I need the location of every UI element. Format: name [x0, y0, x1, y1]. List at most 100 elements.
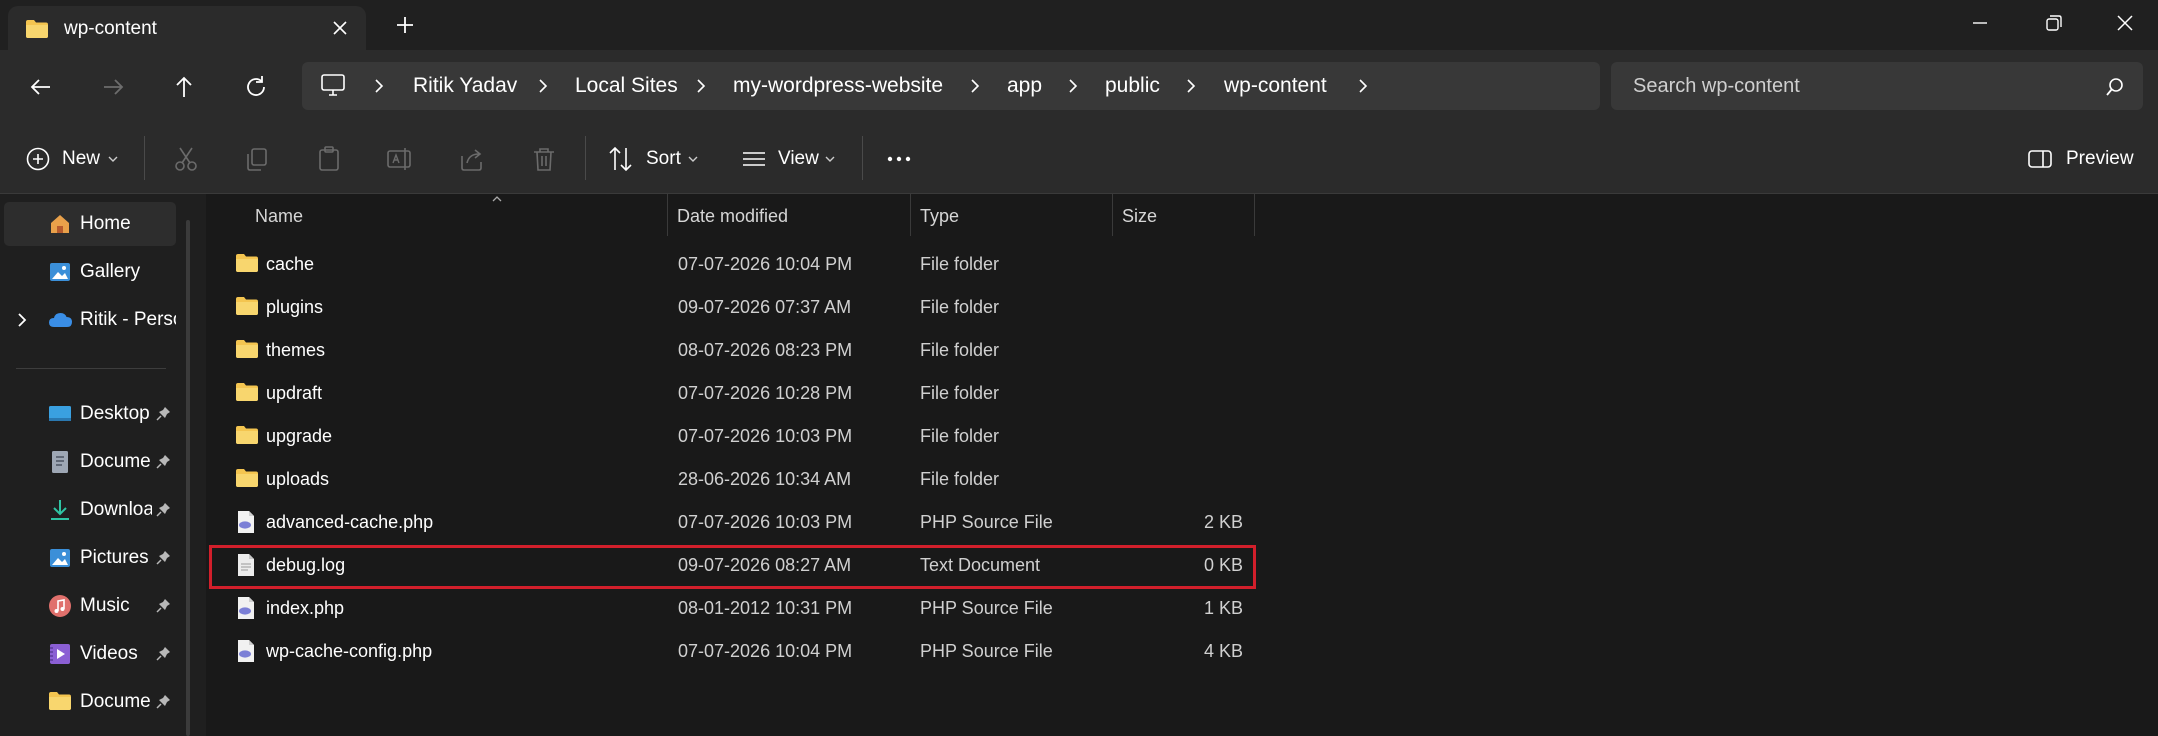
- toolbar-divider: [862, 136, 863, 180]
- sort-icon[interactable]: [606, 144, 636, 174]
- new-plus-icon[interactable]: [24, 144, 52, 174]
- delete-icon[interactable]: [529, 144, 559, 174]
- breadcrumb-item[interactable]: app: [1007, 74, 1042, 98]
- back-icon[interactable]: [26, 72, 56, 102]
- sidebar-item-videos[interactable]: Videos: [4, 632, 176, 676]
- folder-icon: [235, 338, 259, 365]
- view-button[interactable]: View: [778, 148, 819, 170]
- up-icon[interactable]: [169, 72, 199, 102]
- navigation-bar: Ritik Yadav Local Sites my-wordpress-web…: [0, 50, 2158, 122]
- php-file-icon: [235, 596, 257, 625]
- close-window-icon[interactable]: [2107, 8, 2143, 38]
- tab-wp-content[interactable]: wp-content: [8, 6, 366, 50]
- cut-icon[interactable]: [171, 144, 201, 174]
- breadcrumb[interactable]: Ritik Yadav Local Sites my-wordpress-web…: [302, 62, 1600, 110]
- file-row[interactable]: cache 07-07-2026 10:04 PM File folder: [206, 242, 2158, 285]
- command-bar: New Sort View Preview: [0, 122, 2158, 194]
- sidebar-item-pictures[interactable]: Pictures: [4, 536, 176, 580]
- toolbar-divider: [144, 136, 145, 180]
- sidebar-scrollbar[interactable]: [186, 220, 190, 736]
- sidebar-item-label: Music: [80, 595, 130, 616]
- chevron-down-icon[interactable]: [106, 144, 120, 174]
- folder-icon: [48, 690, 72, 714]
- navigation-pane: Home Gallery Ritik - Persor Desktop Docu…: [0, 194, 206, 736]
- sidebar-item-documents-folder[interactable]: Documer: [4, 680, 176, 724]
- folder-icon: [235, 424, 259, 451]
- breadcrumb-item[interactable]: Ritik Yadav: [413, 74, 517, 98]
- share-icon[interactable]: [457, 144, 487, 174]
- more-options-icon[interactable]: [884, 144, 914, 174]
- search-icon[interactable]: [2105, 77, 2125, 102]
- pin-icon: [156, 645, 172, 668]
- paste-icon[interactable]: [314, 144, 344, 174]
- sidebar-item-documents[interactable]: Documer: [4, 440, 176, 484]
- sidebar-item-music[interactable]: Music: [4, 584, 176, 628]
- preview-button[interactable]: Preview: [2066, 148, 2134, 170]
- chevron-right-icon[interactable]: [1066, 77, 1080, 95]
- chevron-right-icon[interactable]: [694, 77, 708, 95]
- file-row[interactable]: advanced-cache.php 07-07-2026 10:03 PM P…: [206, 500, 2158, 543]
- column-header-size[interactable]: Size: [1113, 194, 1255, 236]
- chevron-right-icon[interactable]: [1184, 77, 1198, 95]
- pictures-icon: [48, 546, 72, 570]
- file-row[interactable]: themes 08-07-2026 08:23 PM File folder: [206, 328, 2158, 371]
- preview-pane-icon[interactable]: [2026, 144, 2054, 174]
- breadcrumb-item[interactable]: Local Sites: [575, 74, 678, 98]
- column-header-name[interactable]: Name: [246, 194, 668, 236]
- chevron-down-icon[interactable]: [686, 144, 700, 174]
- chevron-right-icon[interactable]: [968, 77, 982, 95]
- file-row[interactable]: uploads 28-06-2026 10:34 AM File folder: [206, 457, 2158, 500]
- column-divider[interactable]: [1254, 194, 1255, 236]
- file-date: 09-07-2026 07:37 AM: [678, 297, 852, 317]
- search-input[interactable]: Search wp-content: [1611, 62, 2143, 110]
- file-type: PHP Source File: [920, 641, 1053, 661]
- file-row[interactable]: index.php 08-01-2012 10:31 PM PHP Source…: [206, 586, 2158, 629]
- chevron-right-icon[interactable]: [372, 77, 386, 95]
- breadcrumb-item[interactable]: my-wordpress-website: [733, 74, 943, 98]
- column-header-label: Name: [255, 206, 304, 226]
- sidebar-item-downloads[interactable]: Downloa: [4, 488, 176, 532]
- sidebar-item-onedrive[interactable]: Ritik - Persor: [4, 298, 176, 342]
- pin-icon: [156, 453, 172, 476]
- file-row[interactable]: wp-cache-config.php 07-07-2026 10:04 PM …: [206, 629, 2158, 672]
- folder-icon: [25, 19, 49, 44]
- chevron-right-icon[interactable]: [536, 77, 550, 95]
- sidebar-item-label: Documer: [80, 691, 152, 712]
- file-list: Name Date modified Type Size cache 07-07…: [206, 194, 2158, 736]
- forward-icon[interactable]: [98, 72, 128, 102]
- new-tab-icon[interactable]: [392, 12, 418, 38]
- breadcrumb-item-current[interactable]: wp-content: [1224, 74, 1327, 98]
- sidebar-item-label: Gallery: [80, 261, 141, 282]
- chevron-right-icon[interactable]: [16, 311, 28, 334]
- folder-icon: [235, 295, 259, 322]
- file-type: File folder: [920, 469, 1000, 489]
- sidebar-item-gallery[interactable]: Gallery: [4, 250, 176, 294]
- file-row[interactable]: upgrade 07-07-2026 10:03 PM File folder: [206, 414, 2158, 457]
- new-button[interactable]: New: [62, 148, 100, 170]
- pin-icon: [156, 693, 172, 716]
- sidebar-item-desktop[interactable]: Desktop: [4, 392, 176, 436]
- documents-icon: [48, 450, 72, 474]
- minimize-icon[interactable]: [1962, 8, 1998, 38]
- folder-icon: [235, 252, 259, 279]
- file-row[interactable]: plugins 09-07-2026 07:37 AM File folder: [206, 285, 2158, 328]
- view-icon[interactable]: [740, 144, 768, 174]
- refresh-icon[interactable]: [241, 72, 271, 102]
- close-tab-icon[interactable]: [328, 16, 352, 40]
- column-header-type[interactable]: Type: [911, 194, 1113, 236]
- copy-icon[interactable]: [242, 144, 272, 174]
- breadcrumb-item[interactable]: public: [1105, 74, 1160, 98]
- this-pc-icon[interactable]: [320, 73, 346, 102]
- sort-button[interactable]: Sort: [646, 148, 681, 170]
- file-name: plugins: [266, 297, 324, 317]
- restore-icon[interactable]: [2035, 8, 2071, 38]
- chevron-right-icon[interactable]: [1356, 77, 1370, 95]
- videos-icon: [48, 642, 72, 666]
- chevron-down-icon[interactable]: [823, 144, 837, 174]
- rename-icon[interactable]: [385, 144, 415, 174]
- file-row[interactable]: updraft 07-07-2026 10:28 PM File folder: [206, 371, 2158, 414]
- column-header-date[interactable]: Date modified: [668, 194, 911, 236]
- search-placeholder: Search wp-content: [1633, 75, 1800, 97]
- pin-icon: [156, 597, 172, 620]
- sidebar-item-home[interactable]: Home: [4, 202, 176, 246]
